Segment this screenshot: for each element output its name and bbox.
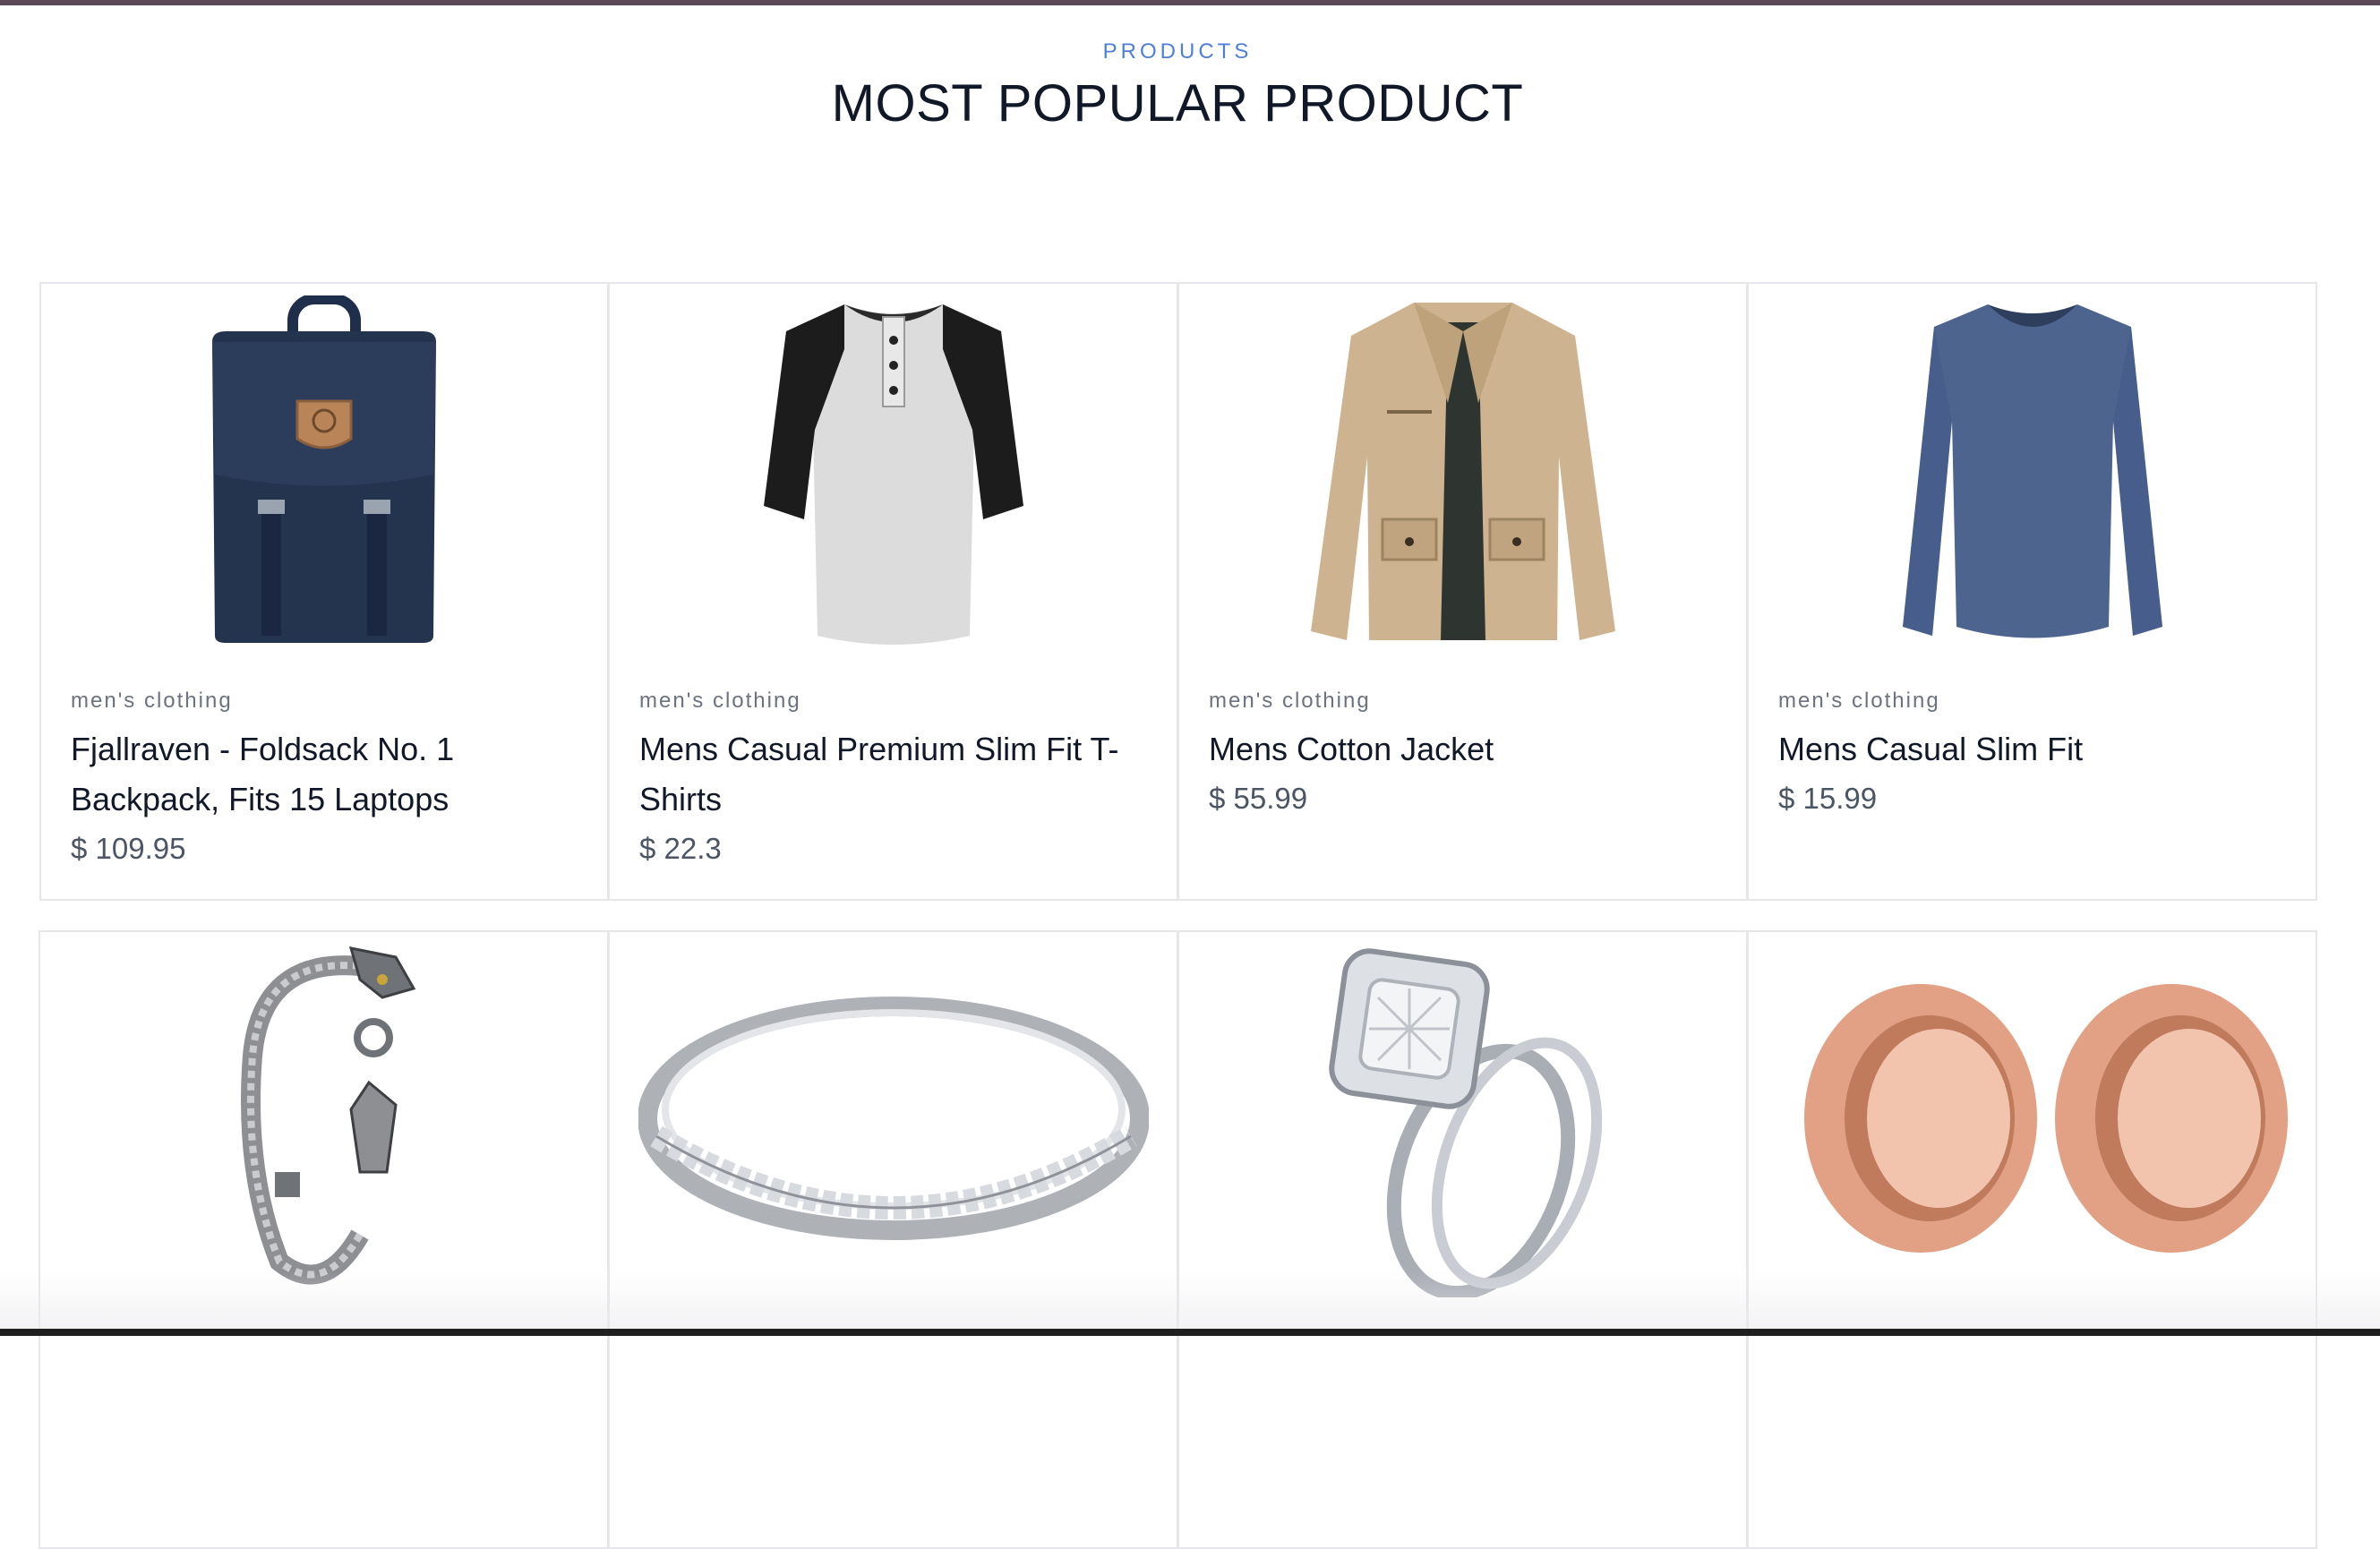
product-image[interactable]: [1749, 304, 2316, 638]
product-card[interactable]: men's clothing Mens Casual Premium Slim …: [608, 282, 1178, 901]
product-category: men's clothing: [71, 689, 233, 713]
product-grid: men's clothing Fjallraven - Foldsack No.…: [39, 282, 2318, 1549]
product-card[interactable]: men's clothing Mens Casual Slim Fit $ 15…: [1747, 282, 2317, 901]
product-card[interactable]: [608, 930, 1178, 1549]
top-border-strip: [0, 0, 2380, 5]
bottom-fade: [0, 1271, 2380, 1329]
long-sleeve-shirt-image: [1902, 304, 2162, 638]
section-eyebrow: PRODUCTS: [1102, 39, 1253, 64]
raglan-tshirt-image: [763, 304, 1023, 645]
rose-gold-plugs-image: [1803, 984, 2288, 1253]
product-category: men's clothing: [639, 689, 801, 713]
product-card[interactable]: [39, 930, 609, 1549]
product-card[interactable]: men's clothing Mens Cotton Jacket $ 55.9…: [1177, 282, 1748, 901]
product-name[interactable]: Mens Casual Premium Slim Fit T-Shirts: [639, 724, 1141, 825]
bottom-border-strip: [0, 1329, 2380, 1336]
product-image[interactable]: [610, 304, 1177, 645]
backpack-image: [212, 295, 436, 643]
product-card[interactable]: [1177, 930, 1748, 1549]
product-image[interactable]: [1179, 303, 1746, 640]
silver-band-ring-image: [638, 997, 1149, 1240]
product-name[interactable]: Mens Cotton Jacket: [1209, 724, 1710, 774]
product-price: $ 55.99: [1209, 782, 1308, 815]
product-category: men's clothing: [1778, 689, 1940, 713]
diamond-ring-set-image: [1328, 948, 1602, 1297]
product-price: $ 15.99: [1778, 782, 1878, 815]
product-image[interactable]: [40, 946, 607, 1285]
product-image[interactable]: [1749, 957, 2316, 1279]
section-title: MOST POPULAR PRODUCT: [831, 74, 1524, 133]
product-price: $ 22.3: [639, 832, 722, 865]
product-image[interactable]: [610, 957, 1177, 1279]
product-card[interactable]: men's clothing Fjallraven - Foldsack No.…: [39, 282, 609, 901]
dragon-bracelet-image: [240, 946, 415, 1285]
cotton-jacket-image: [1310, 303, 1615, 640]
product-image[interactable]: [1179, 948, 1746, 1297]
product-card[interactable]: [1747, 930, 2317, 1549]
product-image[interactable]: [41, 295, 607, 643]
product-name[interactable]: Mens Casual Slim Fit: [1778, 724, 2280, 774]
product-price: $ 109.95: [71, 832, 186, 865]
product-category: men's clothing: [1209, 689, 1371, 713]
product-name[interactable]: Fjallraven - Foldsack No. 1 Backpack, Fi…: [71, 724, 572, 825]
